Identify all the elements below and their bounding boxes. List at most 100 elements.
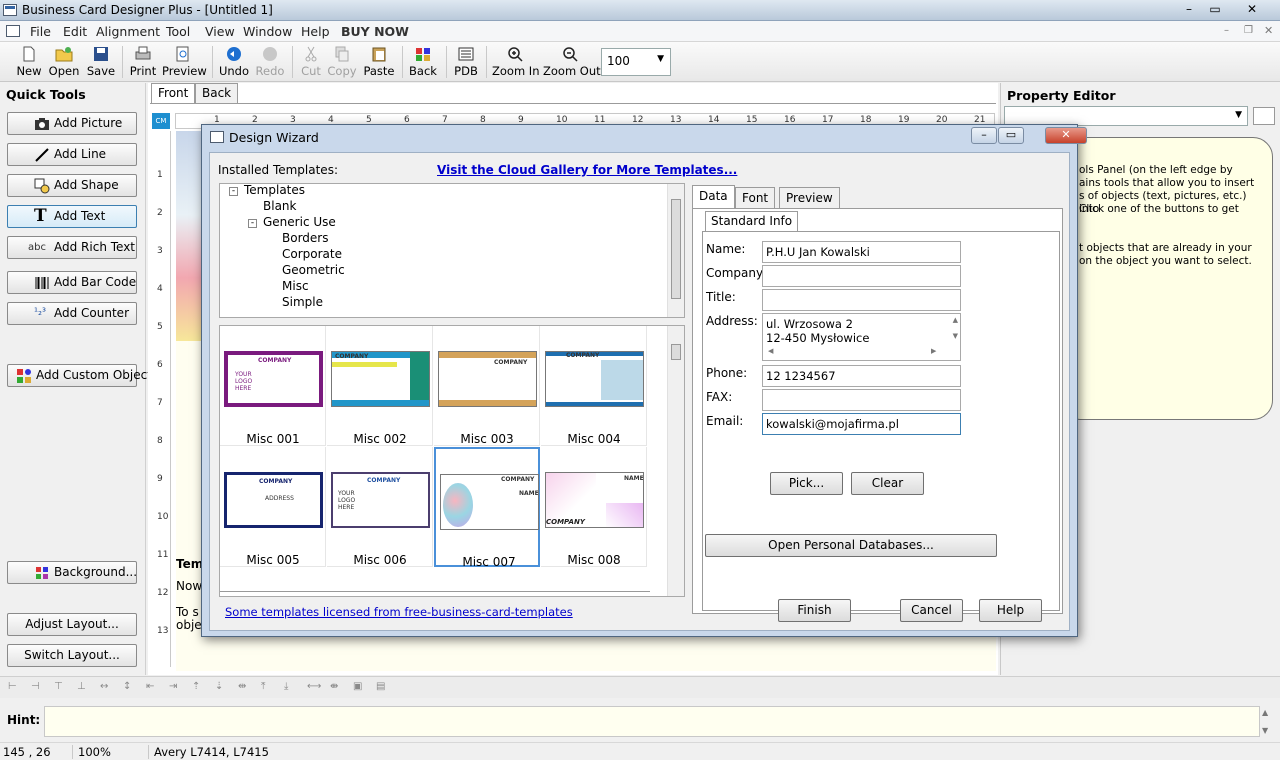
collapse-icon[interactable]: - <box>248 219 257 228</box>
open-personal-databases-button[interactable]: Open Personal Databases... <box>705 534 997 557</box>
print-button[interactable]: Print <box>128 44 158 80</box>
menu-view[interactable]: View <box>205 24 235 39</box>
copy-button[interactable]: Copy <box>327 44 357 80</box>
menu-buy-now[interactable]: BUY NOW <box>341 24 409 39</box>
add-text-button[interactable]: T Add Text <box>7 205 137 228</box>
clear-button[interactable]: Clear <box>851 472 924 495</box>
close-button[interactable]: ✕ <box>1240 2 1264 18</box>
alignment-tool-icon[interactable]: ⤓ <box>284 681 304 695</box>
new-button[interactable]: New <box>14 44 44 80</box>
phone-field[interactable]: 12 1234567 <box>762 365 961 387</box>
pdb-button[interactable]: PDB <box>452 44 480 80</box>
template-tile[interactable]: COMPANY Misc 003 <box>434 326 540 446</box>
zoom-in-button[interactable]: Zoom In <box>492 44 540 80</box>
tree-node[interactable]: Misc <box>282 279 309 293</box>
tree-node[interactable]: Geometric <box>282 263 345 277</box>
paste-button[interactable]: Paste <box>362 44 396 80</box>
add-picture-button[interactable]: Add Picture <box>7 112 137 135</box>
tab-preview[interactable]: Preview <box>779 187 840 208</box>
cut-button[interactable]: Cut <box>297 44 325 80</box>
scroll-left-arrow[interactable]: ◀ <box>768 347 773 355</box>
open-button[interactable]: Open <box>48 44 80 80</box>
scroll-up-arrow[interactable]: ▲ <box>953 316 958 324</box>
alignment-tool-icon[interactable]: ⊥ <box>77 681 97 695</box>
name-field[interactable]: P.H.U Jan Kowalski <box>762 241 961 263</box>
background-button[interactable]: Background... <box>7 561 137 584</box>
back-button[interactable]: Back <box>407 44 439 80</box>
tab-font[interactable]: Font <box>735 187 776 208</box>
dialog-maximize-button[interactable]: ▭ <box>998 127 1024 144</box>
mdi-close-button[interactable]: ✕ <box>1264 24 1273 37</box>
alignment-tool-icon[interactable]: ⇼ <box>330 681 350 695</box>
object-select[interactable]: ▼ <box>1004 106 1248 126</box>
add-counter-button[interactable]: ¹₂³ Add Counter <box>7 302 137 325</box>
scroll-down-arrow[interactable]: ▼ <box>1262 726 1268 735</box>
license-link[interactable]: Some templates licensed from free-busine… <box>225 605 573 619</box>
tree-node[interactable]: Simple <box>282 295 323 309</box>
alignment-tool-icon[interactable]: ⊣ <box>31 681 51 695</box>
redo-button[interactable]: Redo <box>254 44 286 80</box>
add-custom-object-button[interactable]: Add Custom Object <box>7 364 152 387</box>
gallery-scrollbar[interactable] <box>667 326 684 596</box>
tab-data[interactable]: Data <box>692 185 735 208</box>
property-view-toggle[interactable] <box>1253 107 1275 125</box>
mdi-minimize-button[interactable]: – <box>1224 25 1229 36</box>
dialog-minimize-button[interactable]: – <box>971 127 997 144</box>
menu-help[interactable]: Help <box>301 24 330 39</box>
dialog-close-button[interactable]: ✕ <box>1045 127 1087 144</box>
alignment-tool-icon[interactable]: ⇤ <box>146 681 166 695</box>
help-button[interactable]: Help <box>979 599 1042 622</box>
cancel-button[interactable]: Cancel <box>900 599 963 622</box>
add-rich-text-button[interactable]: abc Add Rich Text <box>7 236 137 259</box>
alignment-tool-icon[interactable]: ↕ <box>123 681 143 695</box>
minimize-button[interactable]: – <box>1177 2 1201 18</box>
zoom-out-button[interactable]: Zoom Out <box>543 44 601 80</box>
scroll-down-arrow[interactable]: ▼ <box>953 332 958 340</box>
alignment-tool-icon[interactable]: ⟷ <box>307 681 327 695</box>
alignment-tool-icon[interactable]: ▤ <box>376 681 396 695</box>
scroll-up-arrow[interactable]: ▲ <box>1262 708 1268 717</box>
template-tile-selected[interactable]: COMPANY NAME Misc 007 <box>434 447 540 569</box>
doc-icon[interactable] <box>6 25 20 37</box>
tab-standard-info[interactable]: Standard Info <box>705 211 799 231</box>
template-tile[interactable]: COMPANY Misc 002 <box>327 326 433 446</box>
template-tile[interactable]: COMPANY NAME Misc 008 <box>541 447 647 567</box>
cloud-gallery-link[interactable]: Visit the Cloud Gallery for More Templat… <box>437 163 737 177</box>
template-tile[interactable]: COMPANY ADDRESS Misc 005 <box>220 447 326 567</box>
tab-front[interactable]: Front <box>151 83 196 103</box>
zoom-select[interactable]: 100 ▼ <box>601 48 671 76</box>
mdi-restore-button[interactable]: ❐ <box>1244 25 1253 36</box>
add-line-button[interactable]: Add Line <box>7 143 137 166</box>
menu-tool[interactable]: Tool <box>166 24 190 39</box>
alignment-tool-icon[interactable]: ⇥ <box>169 681 189 695</box>
tree-node[interactable]: Corporate <box>282 247 342 261</box>
switch-layout-button[interactable]: Switch Layout... <box>7 644 137 667</box>
alignment-tool-icon[interactable]: ↔ <box>100 681 120 695</box>
maximize-button[interactable]: ▭ <box>1203 2 1227 18</box>
alignment-tool-icon[interactable]: ⊢ <box>8 681 28 695</box>
save-button[interactable]: Save <box>86 44 116 80</box>
alignment-tool-icon[interactable]: ⇡ <box>192 681 212 695</box>
pick-button[interactable]: Pick... <box>770 472 843 495</box>
alignment-tool-icon[interactable]: ⊤ <box>54 681 74 695</box>
undo-button[interactable]: Undo <box>218 44 250 80</box>
tab-back[interactable]: Back <box>195 83 239 103</box>
tree-node[interactable]: Blank <box>263 199 296 213</box>
company-field[interactable] <box>762 265 961 287</box>
template-tile[interactable]: COMPANY YOUR LOGO HERE Misc 006 <box>327 447 433 567</box>
fax-field[interactable] <box>762 389 961 411</box>
title-field[interactable] <box>762 289 961 311</box>
preview-button[interactable]: Preview <box>162 44 207 80</box>
add-shape-button[interactable]: Add Shape <box>7 174 137 197</box>
tree-node[interactable]: Generic Use <box>263 215 336 229</box>
alignment-tool-icon[interactable]: ⇣ <box>215 681 235 695</box>
tree-scrollbar[interactable] <box>667 184 684 317</box>
menu-file[interactable]: File <box>30 24 51 39</box>
alignment-tool-icon[interactable]: ⤒ <box>261 681 281 695</box>
menu-alignment[interactable]: Alignment <box>96 24 160 39</box>
template-tile[interactable]: COMPANY YOUR LOGO HERE Misc 001 <box>220 326 326 446</box>
adjust-layout-button[interactable]: Adjust Layout... <box>7 613 137 636</box>
menu-edit[interactable]: Edit <box>63 24 87 39</box>
alignment-tool-icon[interactable]: ⇹ <box>238 681 258 695</box>
address-field[interactable]: ul. Wrzosowa 2 12-450 Mysłowice ▲ ▼ ◀ ▶ <box>762 313 961 361</box>
